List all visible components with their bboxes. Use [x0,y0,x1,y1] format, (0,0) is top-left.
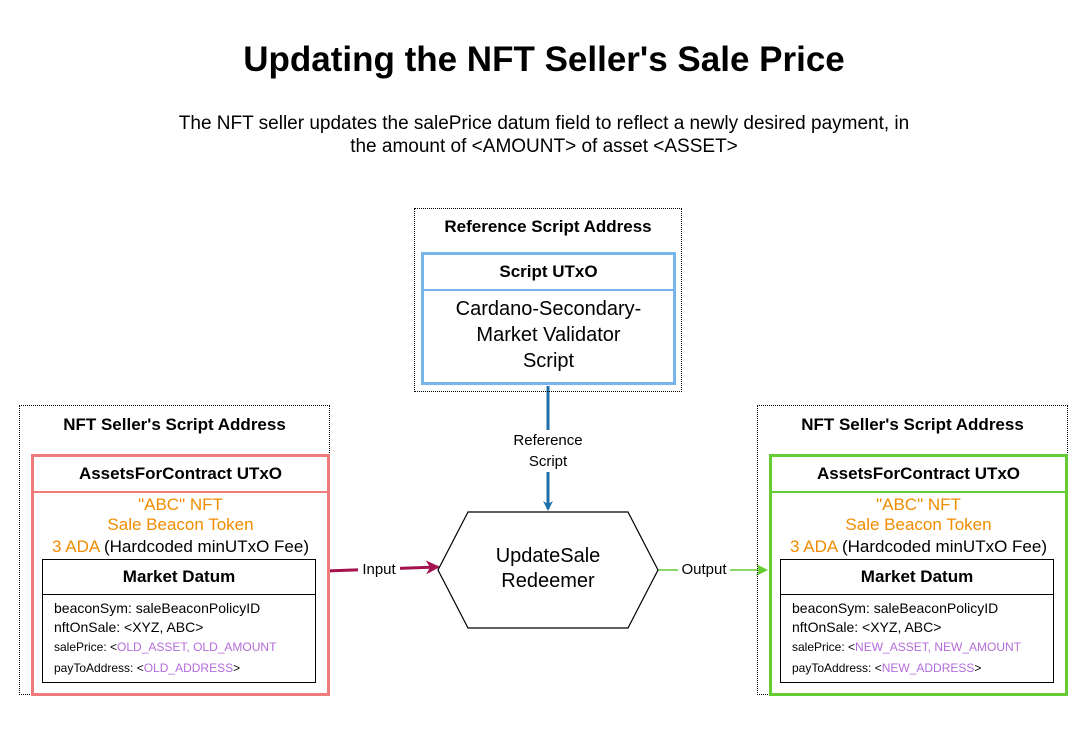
right-assets-utxo-box: AssetsForContract UTxO "ABC" NFT Sale Be… [769,454,1068,696]
validator-script-text: Cardano-Secondary- Market Validator Scri… [424,296,673,374]
left-sale-price: salePrice: <OLD_ASSET, OLD_AMOUNT [54,640,276,654]
left-ada-line: 3 ADA (Hardcoded minUTxO Fee) [34,537,327,557]
right-seller-address-label: NFT Seller's Script Address [801,415,1024,434]
reference-label-line-2: Script [528,453,568,470]
reference-label-line-1: Reference [513,432,583,449]
right-sale-price-label: salePrice: < [792,640,856,654]
right-pay-value: NEW_ADDRESS [881,661,975,675]
right-pay-suffix: > [974,661,982,675]
right-seller-script-address-box: NFT Seller's Script Address AssetsForCon… [757,405,1068,696]
reference-script-label: Reference Script [498,430,598,472]
right-sale-price: salePrice: <NEW_ASSET, NEW_AMOUNT [792,640,1021,654]
left-nft-on-sale: nftOnSale: <XYZ, ABC> [54,619,204,635]
left-assets-utxo-box: AssetsForContract UTxO "ABC" NFT Sale Be… [31,454,330,696]
right-pay-to-address: payToAddress: <NEW_ADDRESS> [792,661,981,675]
right-sale-price-value: NEW_ASSET, NEW_AMOUNT [855,640,1022,654]
input-label: Input [358,561,400,578]
script-utxo-box: Script UTxO Cardano-Secondary- Market Va… [421,252,676,385]
right-ada-note: (Hardcoded minUTxO Fee) [837,537,1047,556]
redeemer-label-line-2: Redeemer [501,570,595,592]
left-pay-label: payToAddress: < [54,661,144,675]
validator-script-line-2: Market Validator [476,324,621,346]
left-pay-value: OLD_ADDRESS [143,661,234,675]
right-ada-amount: 3 ADA [790,537,838,556]
right-pay-label: payToAddress: < [792,661,882,675]
right-utxo-title: AssetsForContract UTxO [772,457,1065,493]
left-pay-suffix: > [233,661,241,675]
left-beacon-token: Sale Beacon Token [107,515,254,534]
left-nft-asset: "ABC" NFT [138,495,223,514]
left-ada-note: (Hardcoded minUTxO Fee) [99,537,309,556]
output-label: Output [678,561,730,578]
right-nft-asset: "ABC" NFT [876,495,961,514]
right-nft-on-sale: nftOnSale: <XYZ, ABC> [792,619,942,635]
left-utxo-title: AssetsForContract UTxO [34,457,327,493]
right-datum-title: Market Datum [781,560,1053,595]
reference-script-address-label: Reference Script Address [444,217,652,236]
left-beacon-sym: beaconSym: saleBeaconPolicyID [54,600,261,616]
right-beacon-sym: beaconSym: saleBeaconPolicyID [792,600,999,616]
right-market-datum-box: Market Datum beaconSym: saleBeaconPolicy… [780,559,1054,683]
redeemer-label-line-1: UpdateSale [495,545,601,567]
left-pay-to-address: payToAddress: <OLD_ADDRESS> [54,661,240,675]
left-datum-title: Market Datum [43,560,315,595]
validator-script-line-1: Cardano-Secondary- [455,298,642,320]
left-seller-address-label: NFT Seller's Script Address [63,415,286,434]
left-ada-amount: 3 ADA [52,537,100,556]
left-market-datum-box: Market Datum beaconSym: saleBeaconPolicy… [42,559,316,683]
right-beacon-token: Sale Beacon Token [845,515,992,534]
left-seller-script-address-box: NFT Seller's Script Address AssetsForCon… [19,405,330,696]
redeemer-label: UpdateSale Redeemer [440,544,656,594]
script-utxo-title: Script UTxO [424,255,673,291]
left-sale-price-value: OLD_ASSET, OLD_AMOUNT [117,640,277,654]
right-ada-line: 3 ADA (Hardcoded minUTxO Fee) [772,537,1065,557]
validator-script-line-3: Script [522,350,575,372]
left-sale-price-label: salePrice: < [54,640,118,654]
